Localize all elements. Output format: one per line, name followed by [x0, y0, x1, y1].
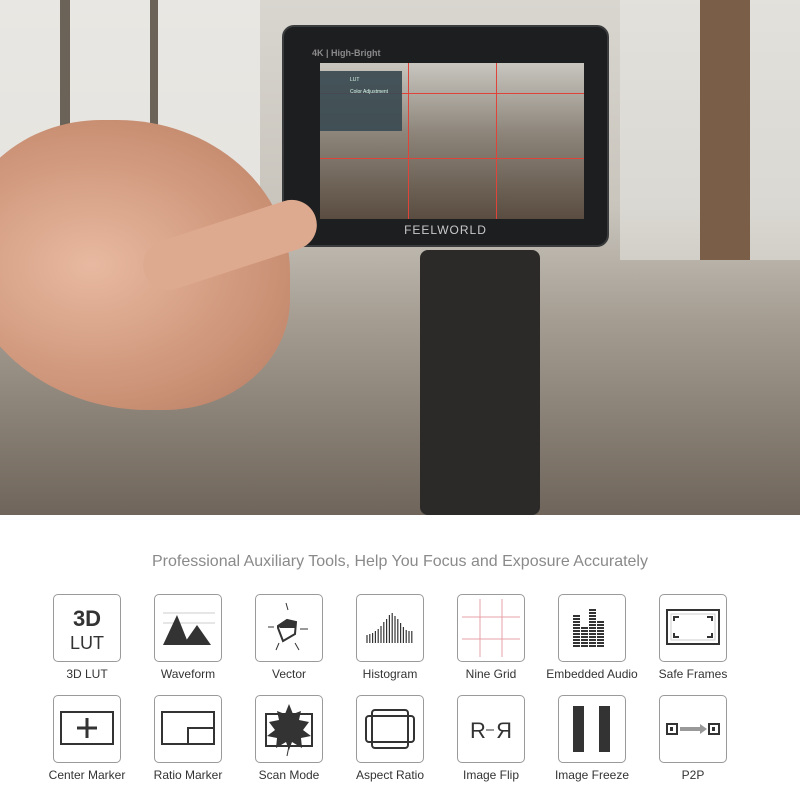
svg-text:LUT: LUT — [70, 633, 104, 653]
tool-tile-safe-frames — [659, 594, 727, 662]
tool-tile-vector — [255, 594, 323, 662]
tool-tile-p2p — [659, 695, 727, 763]
svg-text:R: R — [470, 718, 486, 743]
tool-tile-center-marker — [53, 695, 121, 763]
camera-rig — [420, 250, 540, 515]
tool-label: P2P — [681, 768, 705, 782]
tool-label: Nine Grid — [465, 667, 517, 681]
menu-item-lut[interactable]: LUT — [350, 77, 402, 83]
waveform-icon — [163, 612, 215, 645]
nine-grid-icon — [462, 599, 520, 657]
tool-label: Waveform — [160, 667, 216, 681]
menu-item-color-adjustment[interactable]: Color Adjustment — [350, 89, 402, 95]
pause-icon — [573, 706, 610, 752]
image-flip-icon: RR — [470, 718, 512, 743]
product-photo: 4K | High-Bright LUT Color Adjustment FE… — [0, 0, 800, 515]
tool-tile-ratio-marker — [154, 695, 222, 763]
histogram-icon — [366, 613, 413, 643]
3d-lut-icon: 3DLUT — [70, 606, 104, 653]
tool-label: Histogram — [362, 667, 418, 681]
tool-tile-scan-mode — [255, 695, 323, 763]
vector-icon — [268, 602, 308, 651]
svg-text:R: R — [496, 718, 512, 743]
tool-tile-image-flip: RR — [457, 695, 525, 763]
tool-label: Vector — [271, 667, 307, 681]
tool-label: Embedded Audio — [546, 667, 638, 681]
center-marker-icon — [60, 711, 114, 745]
tool-tile-image-freeze — [558, 695, 626, 763]
scan-mode-leaf-icon — [265, 704, 313, 757]
tool-tile-waveform — [154, 594, 222, 662]
ratio-marker-icon — [161, 711, 215, 745]
tool-label: Aspect Ratio — [355, 768, 425, 782]
p2p-icon — [666, 723, 720, 735]
tool-label: 3D LUT — [66, 667, 108, 681]
aspect-ratio-icon — [365, 709, 415, 749]
tool-label: Ratio Marker — [153, 768, 223, 782]
feelworld-monitor: 4K | High-Bright LUT Color Adjustment FE… — [282, 25, 609, 247]
feelworld-logo: FEELWORLD — [404, 223, 487, 237]
monitor-brand-line: 4K | High-Bright — [312, 48, 381, 58]
tool-tile-histogram — [356, 594, 424, 662]
monitor-menu[interactable]: LUT Color Adjustment — [320, 71, 402, 131]
tool-tile-3d-lut: 3D LUT — [53, 594, 121, 662]
tool-label: Safe Frames — [658, 667, 728, 681]
tool-label: Image Flip — [462, 768, 520, 782]
tool-label: Center Marker — [48, 768, 126, 782]
tool-label: Scan Mode — [258, 768, 320, 782]
section-title: Professional Auxiliary Tools, Help You F… — [152, 553, 648, 570]
tool-tile-aspect-ratio — [356, 695, 424, 763]
safe-frames-icon — [666, 609, 720, 645]
tool-tile-embedded-audio — [558, 594, 626, 662]
svg-text:3D: 3D — [73, 606, 101, 631]
monitor-screen[interactable]: LUT Color Adjustment — [320, 63, 584, 219]
tool-tile-nine-grid — [457, 594, 525, 662]
tool-label: Image Freeze — [554, 768, 630, 782]
audio-meter-icon — [573, 609, 604, 647]
